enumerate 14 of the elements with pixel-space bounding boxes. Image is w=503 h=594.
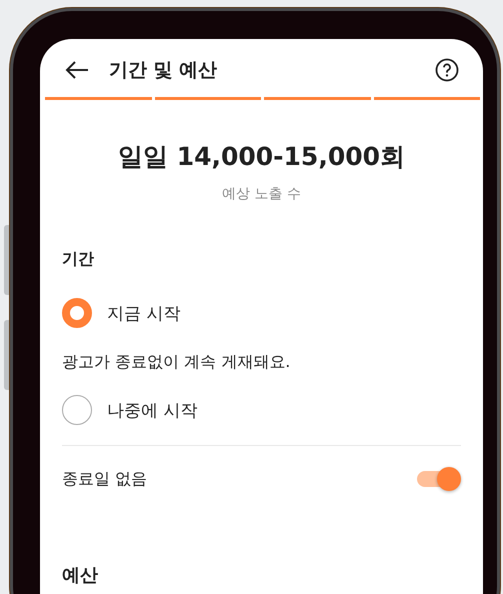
estimate-value: 일일 14,000-15,000회 [118, 141, 406, 173]
section-heading: 기간 [62, 249, 94, 270]
option-description: 광고가 종료없이 계속 게재돼요. [62, 352, 290, 373]
help-icon[interactable] [435, 58, 459, 82]
back-arrow-icon[interactable] [65, 60, 89, 80]
radio-button[interactable] [62, 298, 92, 328]
estimate-caption: 예상 노출 수 [222, 185, 301, 203]
screen-title: 기간 및 예산 [109, 58, 218, 83]
toggle-label: 종료일 없음 [62, 468, 148, 490]
radio-button[interactable] [62, 395, 92, 425]
section-heading: 예산 [62, 564, 98, 587]
option-label[interactable]: 지금 시작 [107, 302, 180, 324]
toggle-switch[interactable] [417, 467, 461, 491]
option-label[interactable]: 나중에 시작 [107, 398, 198, 422]
